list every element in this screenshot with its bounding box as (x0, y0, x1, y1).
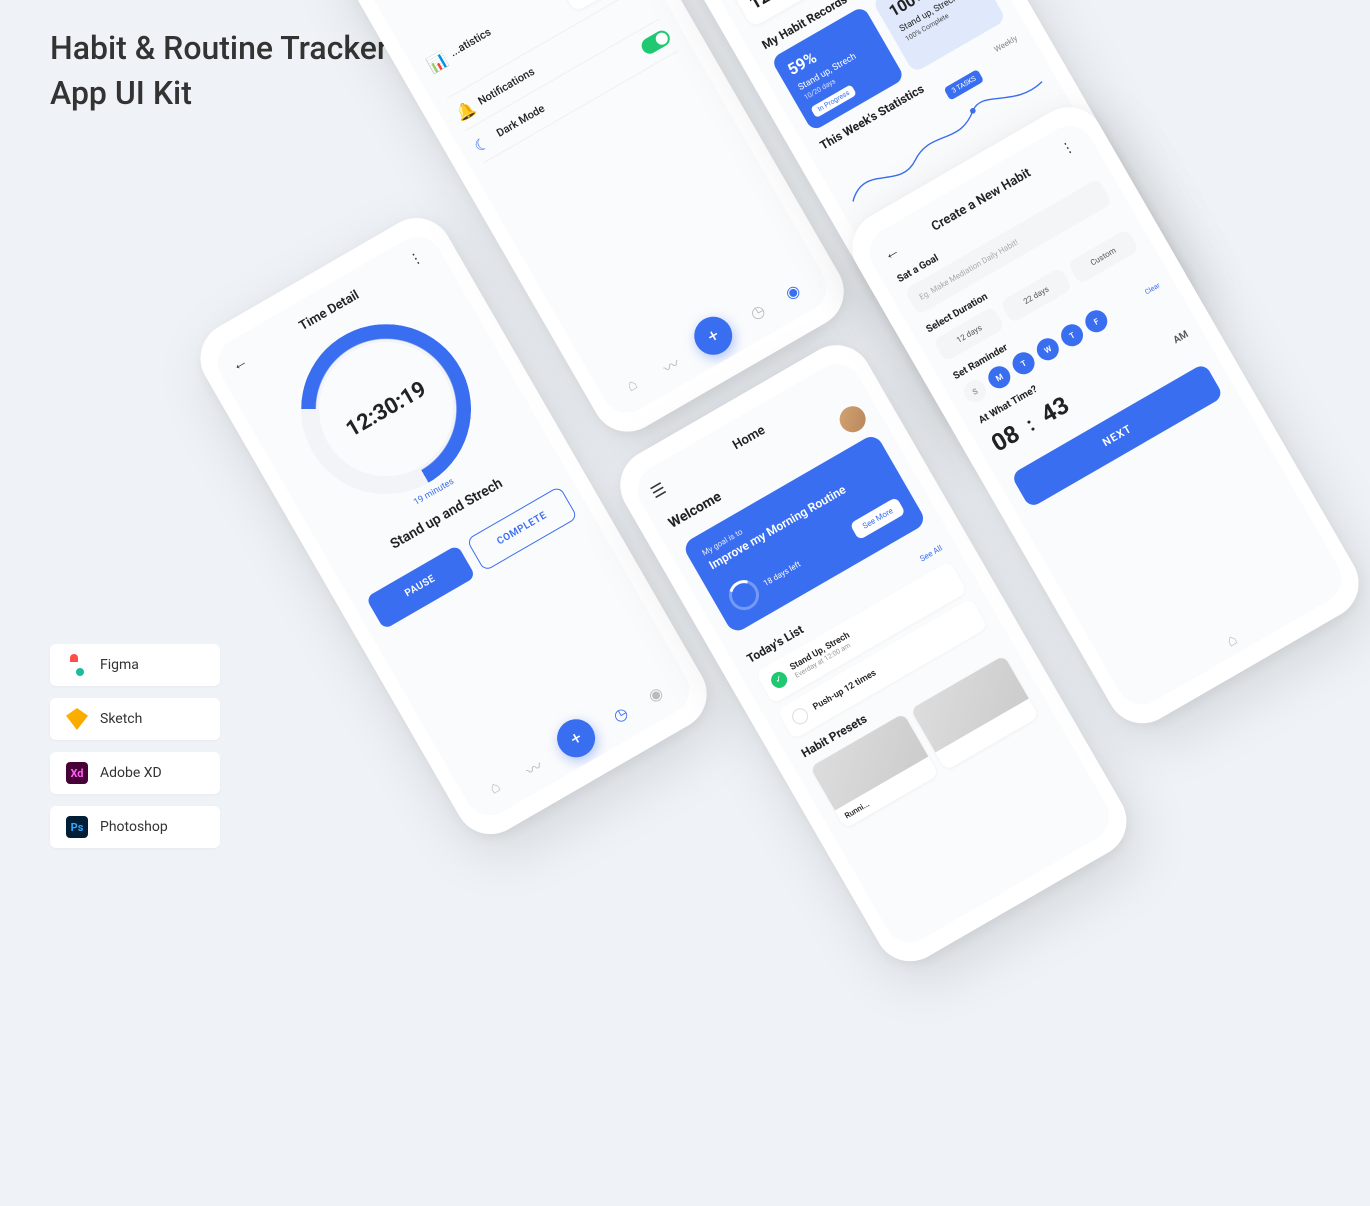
days-left: 18 days left (762, 559, 802, 587)
more-icon[interactable]: ⋮ (406, 247, 431, 272)
tools-list: Figma Sketch Xd Adobe XD Ps Photoshop (50, 644, 220, 860)
screen-title: Home (730, 422, 768, 452)
time-hour[interactable]: 08 (987, 419, 1025, 457)
clock-icon[interactable]: ◷ (610, 702, 632, 724)
more-icon[interactable]: ⋮ (1058, 136, 1083, 161)
figma-icon (66, 654, 88, 676)
bottom-nav: ⌂ (1133, 574, 1335, 700)
goal-progress-ring (724, 575, 765, 616)
home-icon[interactable]: ⌂ (1223, 626, 1245, 648)
timer-value: 12:30:19 (342, 376, 431, 442)
day-toggle[interactable]: T (1057, 320, 1087, 350)
back-arrow-icon[interactable]: ← (880, 239, 905, 264)
see-more-button[interactable]: See More (850, 496, 906, 539)
bell-icon: 🔔 (452, 100, 474, 122)
tool-sketch: Sketch (50, 698, 220, 740)
home-icon[interactable]: ⌂ (486, 773, 508, 795)
day-toggle[interactable]: M (984, 362, 1014, 392)
tool-photoshop: Ps Photoshop (50, 806, 220, 848)
time-separator: : (1022, 412, 1039, 436)
add-fab-button[interactable]: + (687, 310, 739, 362)
check-icon[interactable] (789, 705, 811, 727)
time-minute[interactable]: 43 (1036, 391, 1074, 429)
menu-icon[interactable]: ☰ (647, 477, 672, 502)
tool-adobe-xd: Xd Adobe XD (50, 752, 220, 794)
clock-icon[interactable]: ◷ (747, 299, 769, 321)
adobe-xd-icon: Xd (66, 762, 88, 784)
profile-icon[interactable]: ◉ (645, 681, 667, 703)
chart-icon: 📊 (424, 51, 446, 73)
user-avatar[interactable] (835, 401, 871, 437)
tool-label: Adobe XD (100, 765, 162, 781)
clear-link[interactable]: Clear (1144, 281, 1162, 296)
add-fab-button[interactable]: + (550, 712, 602, 764)
activity-icon[interactable]: 〰 (658, 351, 680, 373)
screen-title: Time Detail (297, 287, 362, 333)
profile-icon[interactable]: ◉ (782, 279, 804, 301)
check-icon[interactable]: ✓ (768, 669, 790, 691)
tool-label: Figma (100, 657, 139, 673)
preset-image (910, 655, 1029, 752)
day-toggle[interactable]: F (1081, 306, 1111, 336)
moon-icon: ☾ (471, 132, 493, 154)
phone-mockups: ← Time Detail ⋮ 12:30:19 19 minutes Stan… (65, 0, 1370, 1206)
see-all-link[interactable]: See All (918, 543, 944, 563)
day-toggle[interactable]: S (960, 376, 990, 406)
home-icon[interactable]: ⌂ (623, 371, 645, 393)
tool-label: Sketch (100, 711, 142, 727)
time-ampm[interactable]: AM (1171, 329, 1190, 346)
dark-mode-toggle[interactable] (639, 28, 673, 57)
activity-icon[interactable]: 〰 (521, 753, 543, 775)
day-toggle[interactable]: W (1033, 334, 1063, 364)
title-line-1: Habit & Routine Tracker (50, 26, 388, 71)
day-toggle[interactable]: T (1009, 348, 1039, 378)
tool-figma: Figma (50, 644, 220, 686)
back-arrow-icon[interactable]: ← (228, 350, 253, 375)
photoshop-icon: Ps (66, 816, 88, 838)
sketch-icon (66, 708, 88, 730)
tool-label: Photoshop (100, 819, 168, 835)
bottom-nav: ⌂ 〰 + ◷ ◉ (470, 666, 683, 811)
